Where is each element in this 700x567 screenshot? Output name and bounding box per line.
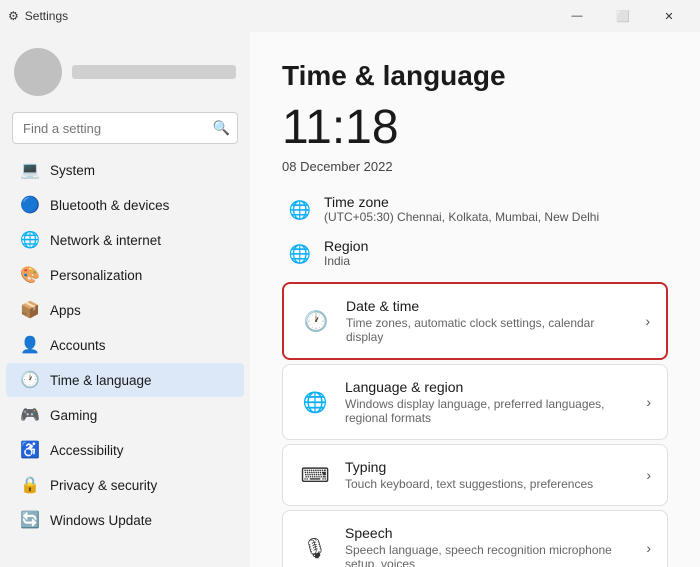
setting-label-date-time: Date & time: [346, 298, 631, 314]
info-sub-region: India: [324, 254, 368, 268]
avatar: [14, 48, 62, 96]
region-icon: 🌐: [286, 240, 314, 268]
sidebar-label-gaming: Gaming: [50, 408, 97, 423]
setting-text-language-region: Language & region Windows display langua…: [345, 379, 632, 425]
sidebar-label-accounts: Accounts: [50, 338, 106, 353]
setting-card-date-time[interactable]: 🕐 Date & time Time zones, automatic cloc…: [282, 282, 668, 360]
setting-desc-language-region: Windows display language, preferred lang…: [345, 397, 632, 425]
language-region-icon: 🌐: [299, 386, 331, 418]
content-area: Time & language 11:18 08 December 2022 🌐…: [250, 32, 700, 567]
chevron-typing-icon: ›: [646, 467, 651, 483]
page-title: Time & language: [282, 60, 668, 92]
chevron-date-time-icon: ›: [645, 313, 650, 329]
sidebar-label-accessibility: Accessibility: [50, 443, 124, 458]
apps-icon: 📦: [20, 300, 40, 320]
titlebar-controls: — ⬜ ✕: [554, 0, 692, 32]
sidebar-item-accessibility[interactable]: ♿ Accessibility: [6, 433, 244, 467]
sidebar-item-time-language[interactable]: 🕐 Time & language: [6, 363, 244, 397]
sidebar-label-bluetooth: Bluetooth & devices: [50, 198, 169, 213]
sidebar-label-time-language: Time & language: [50, 373, 152, 388]
network-icon: 🌐: [20, 230, 40, 250]
setting-desc-typing: Touch keyboard, text suggestions, prefer…: [345, 477, 632, 491]
info-row-region: 🌐 Region India: [282, 238, 668, 268]
minimize-button[interactable]: —: [554, 0, 600, 32]
time-language-icon: 🕐: [20, 370, 40, 390]
info-label-region: Region: [324, 238, 368, 254]
user-name-bar: [72, 65, 236, 79]
titlebar-left: ⚙ Settings: [8, 9, 68, 23]
main-layout: 🔍 💻 System 🔵 Bluetooth & devices 🌐 Netwo…: [0, 32, 700, 567]
maximize-button[interactable]: ⬜: [600, 0, 646, 32]
accessibility-icon: ♿: [20, 440, 40, 460]
sidebar-label-privacy: Privacy & security: [50, 478, 157, 493]
typing-icon: ⌨: [299, 459, 331, 491]
setting-desc-date-time: Time zones, automatic clock settings, ca…: [346, 316, 631, 344]
user-profile: [0, 32, 250, 108]
setting-text-date-time: Date & time Time zones, automatic clock …: [346, 298, 631, 344]
info-list: 🌐 Time zone (UTC+05:30) Chennai, Kolkata…: [282, 194, 668, 268]
nav-list: 💻 System 🔵 Bluetooth & devices 🌐 Network…: [0, 152, 250, 538]
sidebar-label-update: Windows Update: [50, 513, 152, 528]
titlebar: ⚙ Settings — ⬜ ✕: [0, 0, 700, 32]
info-row-timezone: 🌐 Time zone (UTC+05:30) Chennai, Kolkata…: [282, 194, 668, 224]
setting-label-language-region: Language & region: [345, 379, 632, 395]
personalization-icon: 🎨: [20, 265, 40, 285]
sidebar-item-bluetooth[interactable]: 🔵 Bluetooth & devices: [6, 188, 244, 222]
setting-desc-speech: Speech language, speech recognition micr…: [345, 543, 632, 567]
info-text-timezone: Time zone (UTC+05:30) Chennai, Kolkata, …: [324, 194, 599, 224]
timezone-icon: 🌐: [286, 196, 314, 224]
sidebar-item-gaming[interactable]: 🎮 Gaming: [6, 398, 244, 432]
gaming-icon: 🎮: [20, 405, 40, 425]
search-input[interactable]: [12, 112, 238, 144]
settings-list: 🕐 Date & time Time zones, automatic cloc…: [282, 282, 668, 567]
info-text-region: Region India: [324, 238, 368, 268]
chevron-language-region-icon: ›: [646, 394, 651, 410]
info-sub-timezone: (UTC+05:30) Chennai, Kolkata, Mumbai, Ne…: [324, 210, 599, 224]
system-icon: 💻: [20, 160, 40, 180]
close-button[interactable]: ✕: [646, 0, 692, 32]
sidebar-item-apps[interactable]: 📦 Apps: [6, 293, 244, 327]
setting-card-typing[interactable]: ⌨ Typing Touch keyboard, text suggestion…: [282, 444, 668, 506]
setting-text-typing: Typing Touch keyboard, text suggestions,…: [345, 459, 632, 491]
privacy-icon: 🔒: [20, 475, 40, 495]
update-icon: 🔄: [20, 510, 40, 530]
setting-text-speech: Speech Speech language, speech recogniti…: [345, 525, 632, 567]
titlebar-title: Settings: [25, 9, 68, 23]
setting-card-speech[interactable]: 🎙 Speech Speech language, speech recogni…: [282, 510, 668, 567]
bluetooth-icon: 🔵: [20, 195, 40, 215]
chevron-speech-icon: ›: [646, 540, 651, 556]
speech-icon: 🎙: [299, 532, 331, 564]
date-display: 08 December 2022: [282, 159, 668, 174]
sidebar-item-accounts[interactable]: 👤 Accounts: [6, 328, 244, 362]
setting-label-typing: Typing: [345, 459, 632, 475]
search-icon: 🔍: [213, 120, 230, 137]
info-label-timezone: Time zone: [324, 194, 599, 210]
sidebar-item-update[interactable]: 🔄 Windows Update: [6, 503, 244, 537]
date-time-icon: 🕐: [300, 305, 332, 337]
sidebar-item-network[interactable]: 🌐 Network & internet: [6, 223, 244, 257]
time-display: 11:18: [282, 100, 668, 155]
sidebar: 🔍 💻 System 🔵 Bluetooth & devices 🌐 Netwo…: [0, 32, 250, 567]
sidebar-label-apps: Apps: [50, 303, 81, 318]
sidebar-label-network: Network & internet: [50, 233, 161, 248]
setting-label-speech: Speech: [345, 525, 632, 541]
search-box: 🔍: [12, 112, 238, 144]
settings-icon: ⚙: [8, 9, 19, 23]
sidebar-item-system[interactable]: 💻 System: [6, 153, 244, 187]
accounts-icon: 👤: [20, 335, 40, 355]
sidebar-label-system: System: [50, 163, 95, 178]
sidebar-label-personalization: Personalization: [50, 268, 142, 283]
sidebar-item-privacy[interactable]: 🔒 Privacy & security: [6, 468, 244, 502]
setting-card-language-region[interactable]: 🌐 Language & region Windows display lang…: [282, 364, 668, 440]
sidebar-item-personalization[interactable]: 🎨 Personalization: [6, 258, 244, 292]
